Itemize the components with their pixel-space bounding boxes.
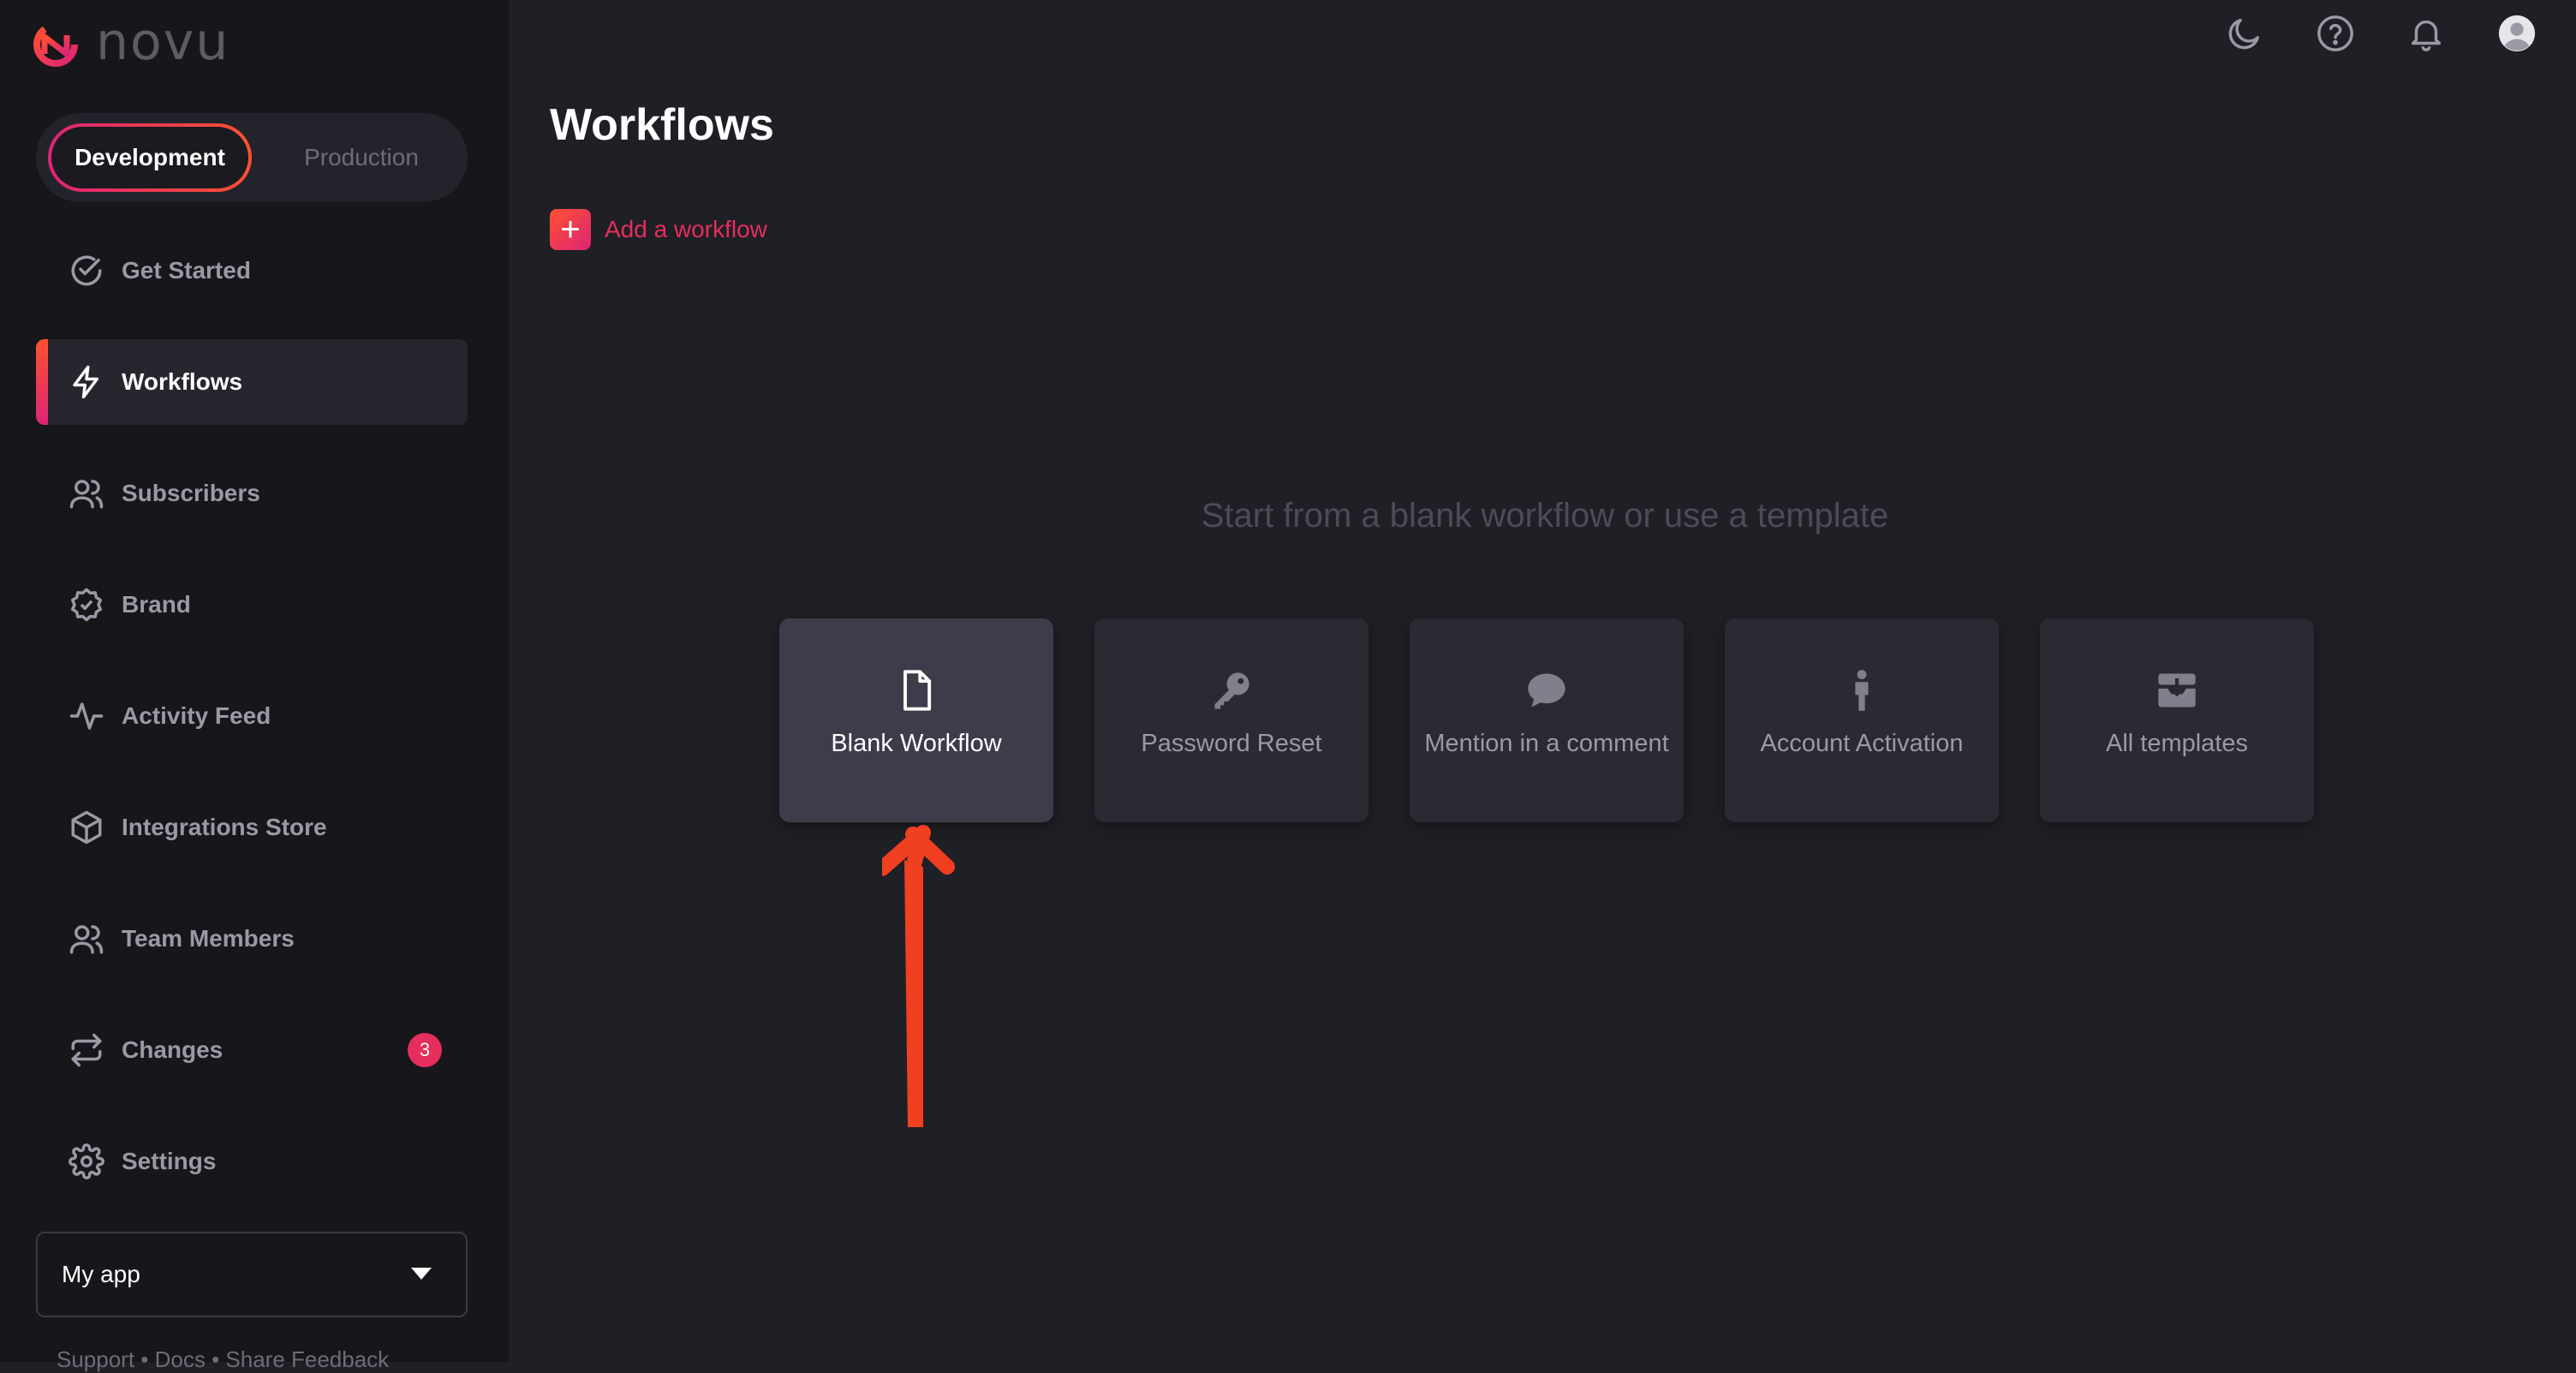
template-card-account-activation[interactable]: Account Activation bbox=[1725, 618, 1999, 822]
sidebar-item-label: Settings bbox=[122, 1148, 217, 1174]
empty-state-hint: Start from a blank workflow or use a tem… bbox=[1201, 497, 1889, 534]
sidebar-item-workflows[interactable]: Workflows bbox=[36, 339, 468, 425]
sidebar-item-label: Brand bbox=[122, 591, 191, 618]
page-title: Workflows bbox=[550, 100, 774, 150]
brand-name: novu bbox=[96, 12, 230, 72]
sidebar-item-label: Integrations Store bbox=[122, 814, 327, 840]
person-icon bbox=[1838, 666, 1886, 714]
footer-links[interactable]: Support • Docs • Share Feedback bbox=[57, 1346, 389, 1373]
template-card-all-templates[interactable]: All templates bbox=[2040, 618, 2314, 822]
inbox-icon bbox=[2153, 666, 2201, 714]
avatar-icon[interactable] bbox=[2496, 12, 2538, 55]
sidebar-item-settings[interactable]: Settings bbox=[36, 1119, 468, 1204]
logo[interactable]: novu bbox=[33, 12, 230, 72]
sidebar-item-label: Get Started bbox=[122, 257, 251, 284]
novu-logo-icon bbox=[33, 22, 78, 67]
sidebar-item-label: Workflows bbox=[122, 368, 243, 395]
sidebar-item-label: Activity Feed bbox=[122, 702, 271, 729]
sidebar-item-changes[interactable]: Changes 3 bbox=[36, 1007, 468, 1093]
environment-switch: Development Production bbox=[36, 113, 468, 202]
template-card-password-reset[interactable]: Password Reset bbox=[1094, 618, 1368, 822]
sidebar-item-get-started[interactable]: Get Started bbox=[36, 228, 468, 313]
activity-icon bbox=[69, 698, 104, 734]
sidebar-item-label: Changes bbox=[122, 1036, 224, 1063]
app-select-value: My app bbox=[62, 1261, 140, 1287]
sidebar-item-integrations-store[interactable]: Integrations Store bbox=[36, 785, 468, 870]
template-card-label: Mention in a comment bbox=[1424, 730, 1669, 757]
gear-icon bbox=[69, 1143, 104, 1179]
key-icon bbox=[1208, 666, 1255, 714]
box-icon bbox=[69, 809, 104, 845]
env-development-button[interactable]: Development bbox=[48, 123, 252, 192]
template-card-label: Password Reset bbox=[1141, 730, 1322, 757]
repeat-icon bbox=[69, 1032, 104, 1068]
moon-icon[interactable] bbox=[2223, 12, 2266, 55]
help-icon[interactable] bbox=[2314, 12, 2357, 55]
template-card-label: Blank Workflow bbox=[831, 730, 1002, 757]
env-production-button[interactable]: Production bbox=[267, 123, 456, 192]
lightning-icon bbox=[69, 364, 104, 400]
template-card-label: All templates bbox=[2105, 730, 2248, 757]
bell-icon[interactable] bbox=[2405, 12, 2448, 55]
file-icon bbox=[892, 666, 940, 714]
caret-down-icon bbox=[411, 1268, 432, 1280]
add-workflow-label: Add a workflow bbox=[605, 216, 767, 242]
changes-count-badge: 3 bbox=[408, 1033, 442, 1067]
team-icon bbox=[69, 921, 104, 957]
sidebar-item-label: Team Members bbox=[122, 925, 295, 952]
comment-icon bbox=[1523, 666, 1571, 714]
sidebar-item-brand[interactable]: Brand bbox=[36, 562, 468, 648]
template-card-mention-comment[interactable]: Mention in a comment bbox=[1410, 618, 1684, 822]
sidebar-item-team-members[interactable]: Team Members bbox=[36, 896, 468, 982]
plus-icon: + bbox=[550, 209, 591, 250]
template-card-blank-workflow[interactable]: Blank Workflow bbox=[779, 618, 1053, 822]
app-select[interactable]: My app bbox=[36, 1232, 468, 1317]
sidebar-item-activity-feed[interactable]: Activity Feed bbox=[36, 673, 468, 759]
check-circle-icon bbox=[69, 253, 104, 289]
badge-check-icon bbox=[69, 587, 104, 623]
annotation-arrow bbox=[882, 825, 955, 1127]
sidebar: novu Development Production Get Started … bbox=[0, 0, 509, 1372]
template-card-label: Account Activation bbox=[1760, 730, 1964, 757]
add-workflow-button[interactable]: + Add a workflow bbox=[550, 209, 767, 250]
